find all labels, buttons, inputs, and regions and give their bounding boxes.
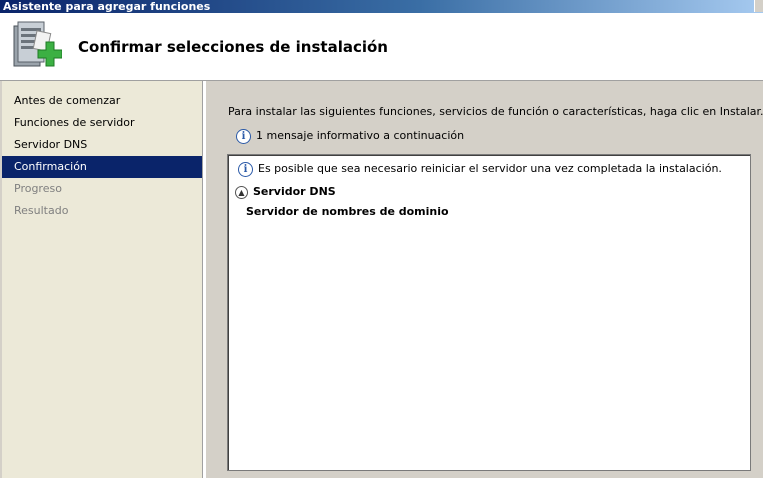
section-title: Servidor DNS bbox=[253, 185, 336, 198]
nav-item-funciones-de-servidor[interactable]: Funciones de servidor bbox=[2, 112, 202, 134]
window-control-button[interactable] bbox=[754, 0, 763, 12]
server-add-icon bbox=[13, 21, 62, 67]
nav-item-progreso: Progreso bbox=[14, 182, 62, 195]
info-icon: i bbox=[236, 128, 251, 144]
page-title: Confirmar selecciones de instalación bbox=[78, 38, 388, 56]
window-title: Asistente para agregar funciones bbox=[3, 0, 211, 13]
instruction-text: Para instalar las siguientes funciones, … bbox=[228, 105, 763, 118]
collapse-icon[interactable]: ▲ bbox=[235, 185, 248, 199]
installation-summary-box[interactable]: i Es posible que sea necesario reiniciar … bbox=[227, 154, 751, 471]
nav-item-confirmacion[interactable]: Confirmación bbox=[2, 156, 202, 178]
info-summary-text: 1 mensaje informativo a continuación bbox=[256, 129, 465, 142]
nav-item-servidor-dns[interactable]: Servidor DNS bbox=[2, 134, 202, 156]
section-header-dns[interactable]: ▲ Servidor DNS bbox=[235, 184, 336, 200]
nav-item-antes-de-comenzar[interactable]: Antes de comenzar bbox=[2, 90, 202, 112]
nav-item-resultado: Resultado bbox=[14, 204, 69, 217]
restart-notice: i Es posible que sea necesario reiniciar … bbox=[238, 160, 722, 178]
info-icon: i bbox=[238, 161, 253, 177]
info-summary: i 1 mensaje informativo a continuación bbox=[236, 127, 464, 145]
restart-notice-text: Es posible que sea necesario reiniciar e… bbox=[258, 162, 722, 175]
section-item: Servidor de nombres de dominio bbox=[246, 205, 449, 218]
main-content: Para instalar las siguientes funciones, … bbox=[205, 81, 763, 478]
wizard-navigation: Antes de comenzar Funciones de servidor … bbox=[2, 81, 202, 478]
wizard-header: Confirmar selecciones de instalación bbox=[0, 13, 763, 81]
window-title-bar[interactable]: Asistente para agregar funciones bbox=[0, 0, 763, 13]
